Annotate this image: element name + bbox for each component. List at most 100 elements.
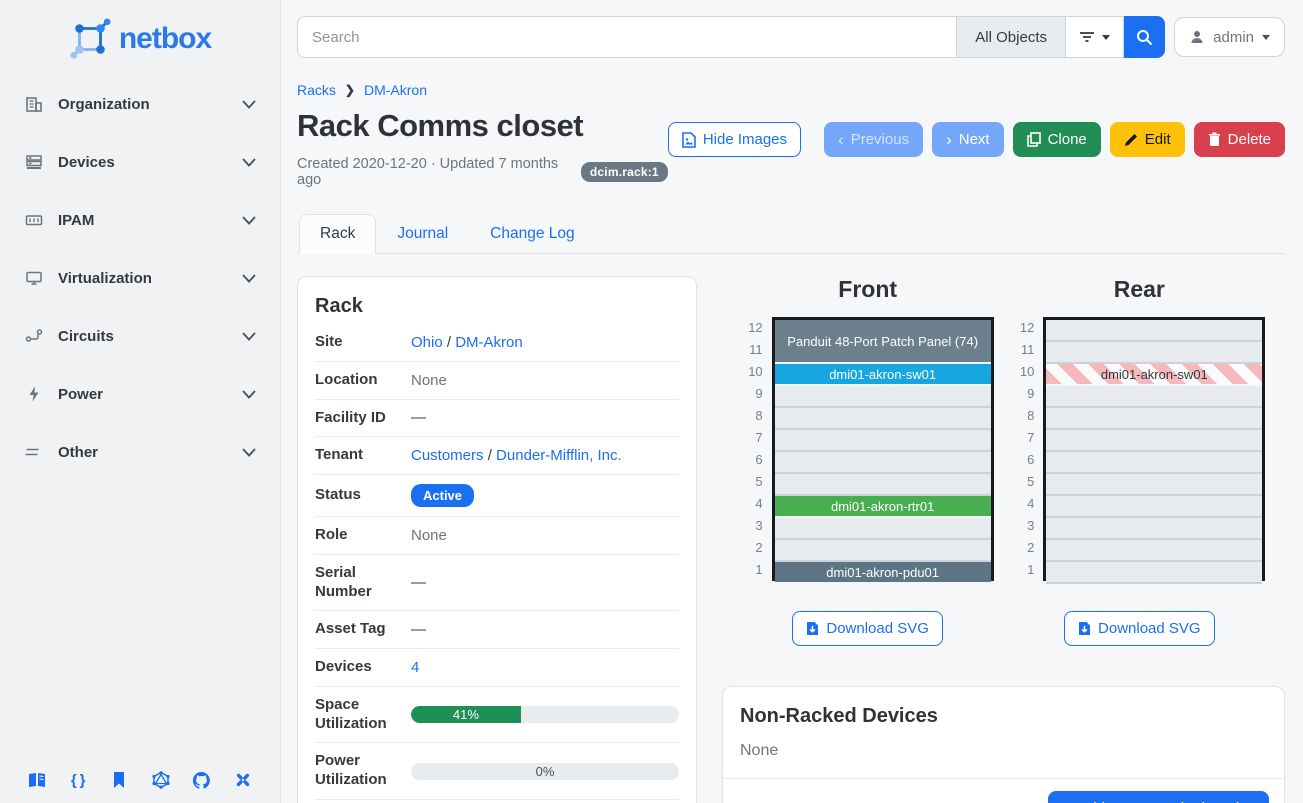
rack-unit-slot[interactable] <box>775 408 991 430</box>
rack-unit-numbers: 121110987654321 <box>1013 317 1043 581</box>
rack-unit-slot[interactable] <box>1046 540 1262 562</box>
chevron-down-icon <box>242 216 256 225</box>
hide-images-button[interactable]: Hide Images <box>668 122 801 157</box>
chevron-down-icon <box>1102 35 1110 40</box>
sidebar-item-devices[interactable]: Devices <box>12 144 268 180</box>
rack-unit-slot[interactable] <box>775 452 991 474</box>
rack-device[interactable]: dmi01-akron-pdu01 <box>775 562 991 584</box>
sidebar-item-circuits[interactable]: Circuits <box>12 318 268 354</box>
rack-device[interactable]: Panduit 48-Port Patch Panel (74) <box>775 320 991 364</box>
rack-unit-slot[interactable] <box>1046 496 1262 518</box>
rack-unit-number: 5 <box>1013 471 1034 493</box>
rack-unit-number: 8 <box>1013 405 1034 427</box>
non-racked-devices-card: Non-Racked Devices None + Add a Non-Rack… <box>722 686 1285 803</box>
sidebar-item-ipam[interactable]: IPAM <box>12 202 268 238</box>
netdev-slack-icon[interactable] <box>232 769 254 791</box>
rack-unit-slot[interactable] <box>775 430 991 452</box>
rack-elevations: Front 121110987654321 Panduit 48-Port Pa… <box>722 276 1285 646</box>
rack-device[interactable]: dmi01-akron-sw01 <box>775 364 991 386</box>
rack-body: Panduit 48-Port Patch Panel (74)dmi01-ak… <box>772 317 994 581</box>
rack-device[interactable]: dmi01-akron-rtr01 <box>775 496 991 518</box>
tab-journal[interactable]: Journal <box>376 214 469 254</box>
bookmark-icon[interactable] <box>108 769 130 791</box>
rack-details-card: Rack Site Ohio / DM-Akron Location None … <box>297 276 697 803</box>
power-utilization-bar: 0% <box>411 763 679 780</box>
attr-row-location: Location None <box>315 362 679 400</box>
sidebar-item-label: Virtualization <box>58 270 242 287</box>
site-region-link[interactable]: Ohio <box>411 334 443 351</box>
server-icon <box>24 152 44 172</box>
filter-icon <box>1079 31 1095 43</box>
rack-unit-number: 5 <box>742 471 763 493</box>
tenant-link[interactable]: Dunder-Mifflin, Inc. <box>496 447 622 464</box>
search-scope-button[interactable]: All Objects <box>956 16 1065 58</box>
breadcrumb-link-site[interactable]: DM-Akron <box>364 82 427 98</box>
clone-button[interactable]: Clone <box>1013 122 1101 157</box>
search-submit-button[interactable] <box>1124 16 1165 58</box>
github-icon[interactable] <box>191 769 213 791</box>
netbox-logo-icon <box>69 18 111 60</box>
rack-unit-slot[interactable] <box>1046 386 1262 408</box>
sidebar-item-power[interactable]: Power <box>12 376 268 412</box>
copy-icon <box>1027 132 1041 147</box>
chevron-left-icon: ‹ <box>838 135 844 145</box>
rack-unit-slot[interactable] <box>1046 474 1262 496</box>
rack-unit-slot[interactable] <box>775 518 991 540</box>
breadcrumb-link-racks[interactable]: Racks <box>297 82 336 98</box>
rack-unit-number: 7 <box>1013 427 1034 449</box>
sidebar-item-other[interactable]: Other <box>12 434 268 470</box>
monitor-icon <box>24 268 44 288</box>
next-button[interactable]: › Next <box>932 122 1004 157</box>
sidebar-item-virtualization[interactable]: Virtualization <box>12 260 268 296</box>
user-menu[interactable]: admin <box>1174 17 1285 57</box>
download-svg-button[interactable]: Download SVG <box>1064 611 1215 646</box>
add-non-racked-device-button[interactable]: + Add a Non-Racked Device <box>1048 791 1269 803</box>
rack-unit-slot[interactable] <box>1046 408 1262 430</box>
trash-icon <box>1208 132 1221 147</box>
breadcrumb: Racks ❯ DM-Akron <box>297 82 1285 98</box>
chevron-down-icon <box>242 158 256 167</box>
rest-api-braces-icon[interactable]: { } <box>67 769 89 791</box>
rack-unit-slot[interactable] <box>775 540 991 562</box>
delete-button[interactable]: Delete <box>1194 122 1285 157</box>
rack-unit-slot[interactable] <box>1046 430 1262 452</box>
previous-button[interactable]: ‹ Previous <box>824 122 923 157</box>
rack-unit-slot[interactable] <box>1046 452 1262 474</box>
tab-rack[interactable]: Rack <box>299 214 376 254</box>
attr-row-asset-tag: Asset Tag — <box>315 611 679 649</box>
rack-unit-slot[interactable] <box>1046 320 1262 342</box>
tenant-group-link[interactable]: Customers <box>411 447 484 464</box>
rack-unit-slot[interactable] <box>1046 518 1262 540</box>
docs-book-icon[interactable] <box>26 769 48 791</box>
rack-unit-slot[interactable] <box>775 386 991 408</box>
created-updated-text: Created 2020-12-20 · Updated 7 months ag… <box>297 156 573 188</box>
netbox-logo[interactable]: netbox <box>0 10 280 86</box>
rack-unit-number: 6 <box>1013 449 1034 471</box>
edit-button[interactable]: Edit <box>1110 122 1185 157</box>
sidebar-item-organization[interactable]: Organization <box>12 86 268 122</box>
space-utilization-bar: 41% <box>411 706 679 723</box>
graphql-icon[interactable] <box>150 769 172 791</box>
rack-unit-numbers: 121110987654321 <box>742 317 772 581</box>
sidebar-item-label: Devices <box>58 154 242 171</box>
search-filter-button[interactable] <box>1065 16 1124 58</box>
rack-unit-number: 4 <box>742 493 763 515</box>
rack-device[interactable]: dmi01-akron-sw01 <box>1046 364 1262 386</box>
rack-unit-number: 1 <box>742 559 763 581</box>
rack-unit-slot[interactable] <box>775 474 991 496</box>
attr-row-serial: Serial Number — <box>315 555 679 612</box>
rack-unit-slot[interactable] <box>1046 342 1262 364</box>
site-link[interactable]: DM-Akron <box>455 334 523 351</box>
chevron-down-icon <box>242 332 256 341</box>
sidebar-item-label: Circuits <box>58 328 242 345</box>
search-input[interactable] <box>297 16 956 58</box>
file-download-icon <box>806 621 819 636</box>
rack-face-title: Front <box>838 276 897 303</box>
devices-count-link[interactable]: 4 <box>411 659 419 676</box>
tab-change-log[interactable]: Change Log <box>469 214 595 254</box>
rack-unit-slot[interactable] <box>1046 562 1262 584</box>
rack-unit-number: 1 <box>1013 559 1034 581</box>
rack-face-title: Rear <box>1114 276 1165 303</box>
download-svg-button[interactable]: Download SVG <box>792 611 943 646</box>
rack-unit-number: 9 <box>1013 383 1034 405</box>
